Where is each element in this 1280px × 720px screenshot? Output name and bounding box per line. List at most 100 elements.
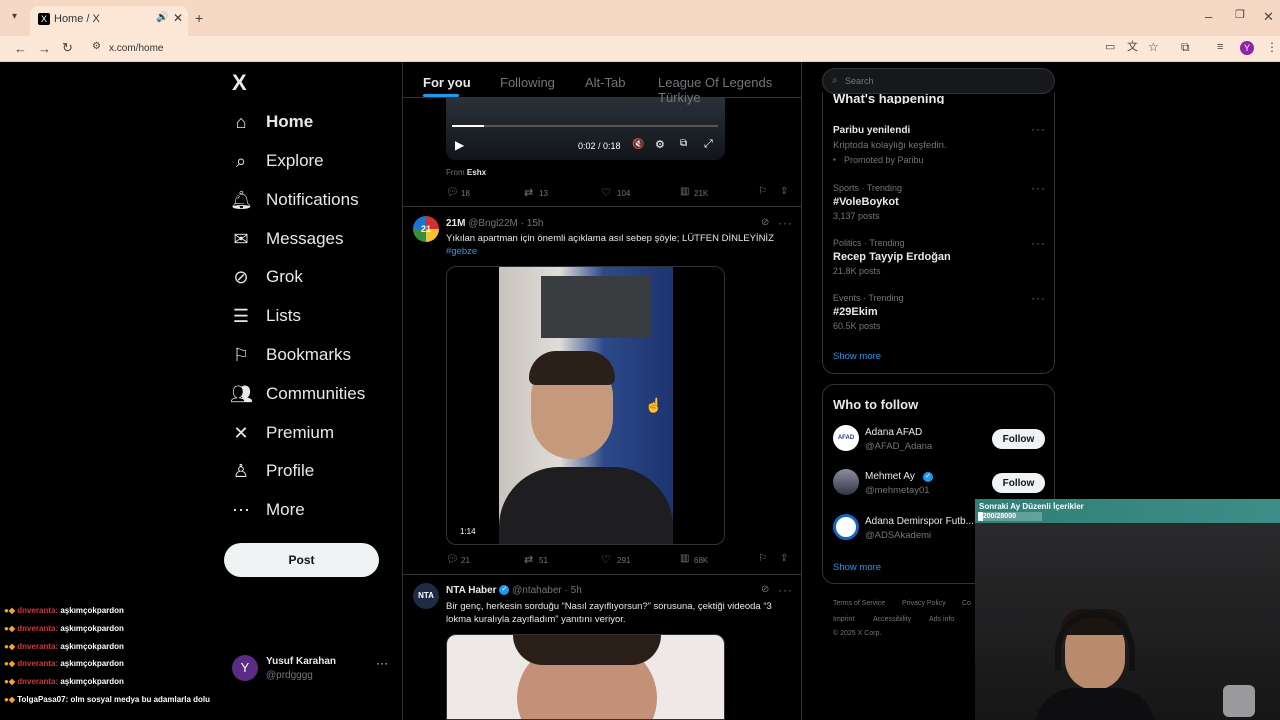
url-field[interactable]: x.com/home [109,43,163,54]
person-hair [529,351,615,385]
footer-terms[interactable]: Terms of Service [833,600,885,607]
streamer-body [1035,688,1155,720]
tweet-time[interactable]: 15h [527,218,544,229]
video-time: 0:02 / 0:18 [578,141,621,151]
sidebar-item-grok[interactable]: ⊘ Grok [230,259,302,295]
new-tab-icon[interactable]: + [195,11,203,25]
reload-icon[interactable]: ↻ [62,41,73,54]
back-icon[interactable]: ← [14,42,27,55]
footer-cookie[interactable]: Co [962,600,971,607]
more-dots-icon[interactable]: ··· [1031,291,1046,305]
media-icon[interactable]: ≡ [1217,42,1223,53]
more-dots-icon[interactable]: ··· [1031,122,1046,136]
search-box[interactable]: ⌕ Search [822,68,1055,94]
share-icon[interactable]: ⇪ [780,553,788,564]
tab-following[interactable]: Following [500,75,555,90]
author-handle[interactable]: @Bngl22M [468,218,518,229]
video-player[interactable]: ▶ 0:02 / 0:18 🔇 ⚙ ⧉ ⤢ [446,98,725,160]
share-icon[interactable]: ⇪ [780,186,788,197]
show-more-link[interactable]: Show more [833,562,881,573]
tweet-avatar[interactable]: 21 [413,216,439,242]
tab-league-of-legends[interactable]: League Of Legends Türkiye [658,75,801,105]
sidebar-item-notifications[interactable]: 🔔︎ Notifications [230,182,359,218]
sidebar-item-label: Explore [266,151,324,170]
footer-accessibility[interactable]: Accessibility [873,616,911,623]
sidebar-item-home[interactable]: ⌂ Home [230,104,314,140]
views-count: 21K [694,189,709,198]
author-name[interactable]: NTA Haber [446,585,497,596]
site-info-icon[interactable]: ⚙ [92,42,101,52]
x-logo[interactable]: X [232,70,247,96]
repost-count: 51 [539,556,548,565]
sidebar-item-profile[interactable]: ♙ Profile [230,453,314,489]
feed-left-border [402,62,403,720]
tweet-video[interactable] [446,634,725,720]
repost-icon[interactable]: ⇄ [524,553,533,566]
tweet-time[interactable]: 5h [571,585,582,596]
footer-imprint[interactable]: Imprint [833,616,854,623]
sidebar-item-lists[interactable]: ☰ Lists [230,298,301,334]
more-dots-icon[interactable]: ··· [1031,236,1046,250]
more-dots-icon[interactable]: ··· [1031,181,1046,195]
like-icon[interactable]: ♡ [601,186,611,199]
author-name[interactable]: 21M [446,218,465,229]
sidebar-item-premium[interactable]: ✕ Premium [230,415,334,451]
star-icon[interactable]: ☆ [1148,41,1159,53]
sidebar-item-explore[interactable]: ⌕ Explore [230,143,324,179]
audio-icon[interactable]: 🔊 [156,12,168,23]
more-dots-icon[interactable]: ··· [778,216,793,230]
hashtag-link[interactable]: #gebze [446,246,477,257]
tab-for-you[interactable]: For you [423,75,471,90]
more-dots-icon[interactable]: ··· [778,583,793,597]
follow-button[interactable]: Follow [992,473,1045,493]
chat-text: aşkımçokpardon [60,623,124,633]
settings-gear-icon[interactable]: ⚙ [655,138,665,151]
tab-alt-tab[interactable]: Alt-Tab [585,75,625,90]
repost-icon[interactable]: ⇄ [524,186,533,199]
bookmark-icon[interactable]: ⚐ [758,553,767,564]
grok-icon[interactable]: ⊘ [761,584,769,595]
views-icon[interactable]: ▥ [680,553,689,564]
account-switcher[interactable]: Y Yusuf Karahan @prdgggg ··· [230,652,390,686]
play-icon[interactable]: ▶ [455,138,464,152]
more-dots-icon[interactable]: ··· [376,656,388,670]
stream-chat-overlay: ●◆ dnveranta: aşkımçokpardon ●◆ dnveranta… [0,606,230,714]
sidebar-item-messages[interactable]: ✉ Messages [230,221,343,257]
extensions-icon[interactable]: ⧉ [1181,41,1190,53]
bookmark-icon[interactable]: ⚐ [758,186,767,197]
views-icon[interactable]: ▥ [680,186,689,197]
forward-icon[interactable]: → [38,42,51,55]
cast-icon[interactable]: ▭ [1105,42,1115,53]
tab-title: Home / X [54,13,100,25]
fullscreen-icon[interactable]: ⤢ [704,138,713,151]
reply-icon[interactable]: 💬︎ [446,187,459,198]
restore-icon[interactable]: ❐ [1235,10,1245,21]
translate-icon[interactable]: 文 [1127,42,1138,53]
menu-icon[interactable]: ⋮ [1266,41,1278,53]
close-tab-icon[interactable]: ✕ [173,11,183,25]
post-button[interactable]: Post [224,543,379,577]
profile-avatar[interactable]: Y [1240,41,1254,55]
footer-ads-info[interactable]: Ads info [929,616,954,623]
mouse-cursor-icon: ☝ [645,397,663,413]
video-progress-track[interactable] [452,125,718,127]
minimize-icon[interactable]: – [1205,10,1212,23]
footer-privacy[interactable]: Privacy Policy [902,600,946,607]
search-input[interactable]: Search [845,76,874,86]
sidebar-item-bookmarks[interactable]: ⚐ Bookmarks [230,337,351,373]
sidebar-item-more[interactable]: ⋯ More [230,492,305,528]
close-window-icon[interactable]: ✕ [1263,10,1274,23]
like-icon[interactable]: ♡ [601,553,611,566]
sidebar-item-communities[interactable]: 👥︎ Communities [230,376,365,412]
tab-list-icon[interactable]: ▾ [12,12,17,22]
follow-button[interactable]: Follow [992,429,1045,449]
tweet-video[interactable]: 1:14 [446,266,725,545]
tweet-avatar[interactable]: NTA [413,583,439,609]
reply-icon[interactable]: 💬︎ [446,554,459,565]
mute-icon[interactable]: 🔇 [632,139,644,150]
author-handle[interactable]: @ntahaber [512,585,562,596]
grok-icon[interactable]: ⊘ [761,217,769,228]
show-more-link[interactable]: Show more [833,351,881,362]
pip-icon[interactable]: ⧉ [680,138,687,149]
browser-tab[interactable]: X Home / X 🔊 ✕ [30,6,188,36]
